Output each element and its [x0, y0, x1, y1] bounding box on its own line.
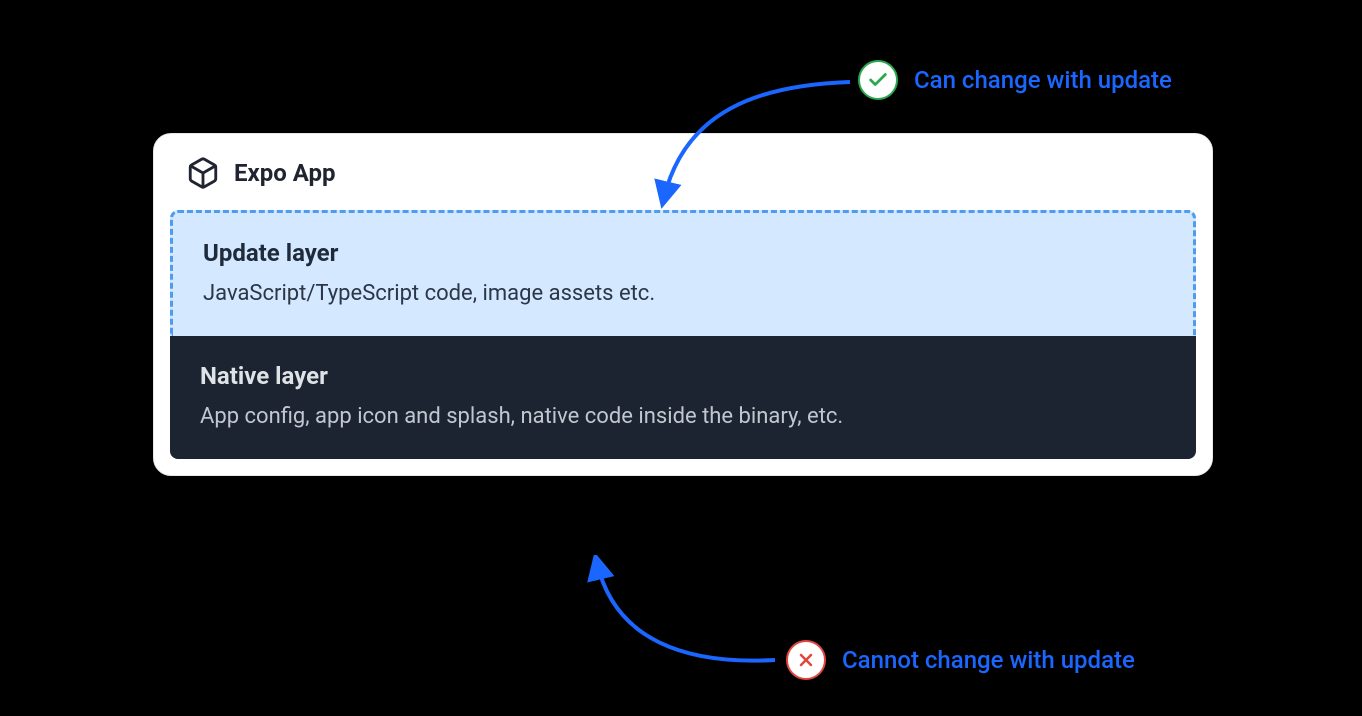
card-title: Expo App: [234, 159, 335, 187]
update-layer-description: JavaScript/TypeScript code, image assets…: [203, 281, 1163, 306]
annotation-cannot-change: Cannot change with update: [786, 640, 1135, 680]
update-layer: Update layer JavaScript/TypeScript code,…: [170, 210, 1196, 336]
arrow-to-native-layer: [575, 555, 795, 685]
check-icon: [858, 60, 898, 100]
expo-app-card: Expo App Update layer JavaScript/TypeScr…: [153, 133, 1213, 476]
annotation-can-change-label: Can change with update: [914, 66, 1172, 94]
package-icon: [186, 156, 220, 190]
update-layer-title: Update layer: [203, 239, 1163, 267]
x-icon: [786, 640, 826, 680]
card-header: Expo App: [170, 134, 1196, 210]
native-layer-description: App config, app icon and splash, native …: [200, 404, 1166, 429]
native-layer: Native layer App config, app icon and sp…: [170, 336, 1196, 459]
annotation-cannot-change-label: Cannot change with update: [842, 646, 1135, 674]
annotation-can-change: Can change with update: [858, 60, 1172, 100]
native-layer-title: Native layer: [200, 362, 1166, 390]
